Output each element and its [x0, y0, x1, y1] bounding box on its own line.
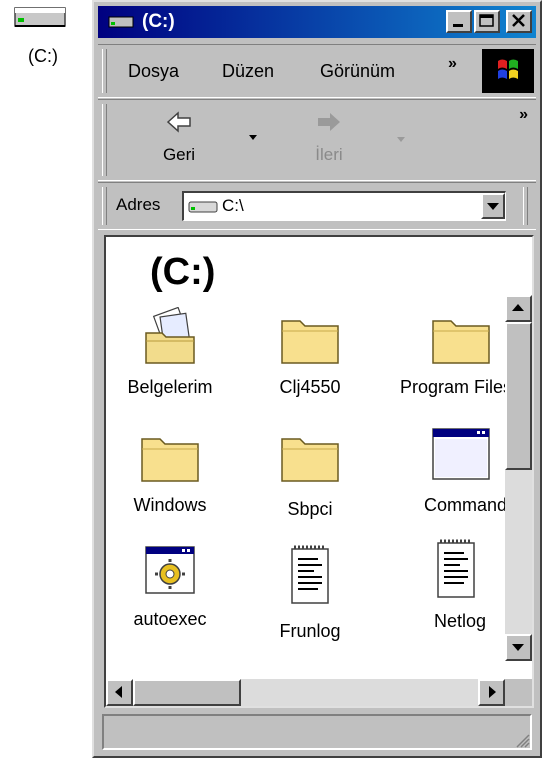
forward-label: İleri — [315, 145, 343, 164]
menu-duzen[interactable]: Düzen — [222, 61, 274, 82]
toolbar: Geri İleri » — [98, 99, 536, 181]
item-label: Windows — [133, 495, 207, 515]
horizontal-scroll-thumb[interactable] — [133, 679, 241, 706]
desktop-drive-c[interactable]: (C:) — [0, 0, 86, 80]
my-documents-icon — [145, 307, 195, 364]
maximize-icon — [479, 14, 494, 27]
text-document-icon — [437, 539, 475, 598]
item-windows[interactable]: Windows — [110, 425, 230, 516]
scroll-down-button[interactable] — [505, 634, 532, 661]
item-frunlog[interactable]: Frunlog — [250, 543, 370, 642]
scroll-up-button[interactable] — [505, 295, 532, 322]
file-view: (C:) Belgelerim Clj4550 Program Files Wi… — [104, 235, 534, 708]
drive-icon — [108, 16, 134, 28]
system-file-icon — [145, 546, 195, 594]
back-dropdown-icon[interactable] — [248, 134, 258, 142]
windows-flag-icon — [498, 59, 518, 79]
item-label: Belgelerim — [127, 377, 213, 397]
item-sbpci[interactable]: Sbpci — [250, 425, 370, 520]
back-button[interactable]: Geri — [144, 110, 214, 174]
arrow-down-icon — [512, 644, 524, 651]
windows-logo — [482, 49, 534, 93]
address-bar: Adres C:\ — [98, 182, 536, 230]
menu-bar: Dosya Düzen Görünüm » — [98, 44, 536, 98]
folder-icon — [141, 438, 199, 482]
address-label: Adres — [116, 195, 161, 214]
drive-icon — [188, 201, 218, 213]
window-title: (C:) — [142, 11, 175, 32]
chevron-down-icon — [487, 203, 499, 210]
menu-dosya[interactable]: Dosya — [128, 61, 179, 82]
resize-grip-icon[interactable] — [514, 732, 530, 748]
status-bar — [102, 714, 532, 750]
item-autoexec[interactable]: autoexec — [110, 543, 230, 630]
folder-icon — [281, 438, 339, 482]
folder-icon — [432, 320, 490, 364]
folder-heading: (C:) — [150, 251, 216, 293]
address-right-grip — [523, 187, 528, 225]
item-label: autoexec — [133, 609, 207, 629]
close-button[interactable] — [506, 10, 532, 33]
item-label: Sbpci — [287, 499, 333, 519]
back-arrow-icon — [166, 111, 191, 133]
scroll-left-button[interactable] — [106, 679, 133, 706]
menu-gorunum[interactable]: Görünüm — [320, 61, 395, 82]
minimize-button[interactable] — [446, 10, 472, 33]
toolbar-more-chevron-icon[interactable]: » — [519, 106, 528, 124]
application-window-icon — [432, 428, 490, 480]
horizontal-scrollbar[interactable] — [106, 679, 532, 706]
forward-dropdown-icon — [397, 137, 405, 142]
menu-more-chevron-icon[interactable]: » — [448, 55, 457, 73]
forward-arrow-icon — [318, 113, 340, 131]
vertical-scrollbar[interactable] — [505, 295, 532, 661]
arrow-up-icon — [512, 304, 524, 311]
address-dropdown-button[interactable] — [481, 193, 505, 219]
explorer-window: (C:) Dosya Düzen Görünüm » Geri İleri » … — [92, 0, 542, 758]
text-document-icon — [291, 545, 329, 604]
forward-button[interactable]: İleri — [294, 110, 364, 174]
title-bar[interactable]: (C:) — [98, 6, 536, 38]
close-icon — [512, 14, 525, 27]
item-label: Frunlog — [279, 621, 341, 641]
scroll-corner — [505, 679, 532, 706]
vertical-scroll-thumb[interactable] — [505, 322, 532, 470]
item-belgelerim[interactable]: Belgelerim — [110, 307, 230, 398]
scroll-right-button[interactable] — [478, 679, 505, 706]
item-label: Clj4550 — [279, 377, 341, 397]
menu-grip[interactable] — [102, 49, 107, 93]
maximize-button[interactable] — [474, 10, 500, 33]
address-grip[interactable] — [102, 187, 107, 225]
toolbar-grip[interactable] — [102, 104, 107, 176]
address-value: C:\ — [222, 196, 244, 215]
arrow-left-icon — [115, 686, 122, 698]
hard-drive-icon — [14, 7, 66, 27]
item-clj4550[interactable]: Clj4550 — [250, 307, 370, 398]
address-field[interactable]: C:\ — [182, 191, 506, 221]
back-label: Geri — [162, 145, 196, 164]
arrow-right-icon — [489, 686, 496, 698]
desktop-drive-label: (C:) — [28, 46, 58, 66]
folder-icon — [281, 320, 339, 364]
minimize-icon — [453, 24, 463, 27]
